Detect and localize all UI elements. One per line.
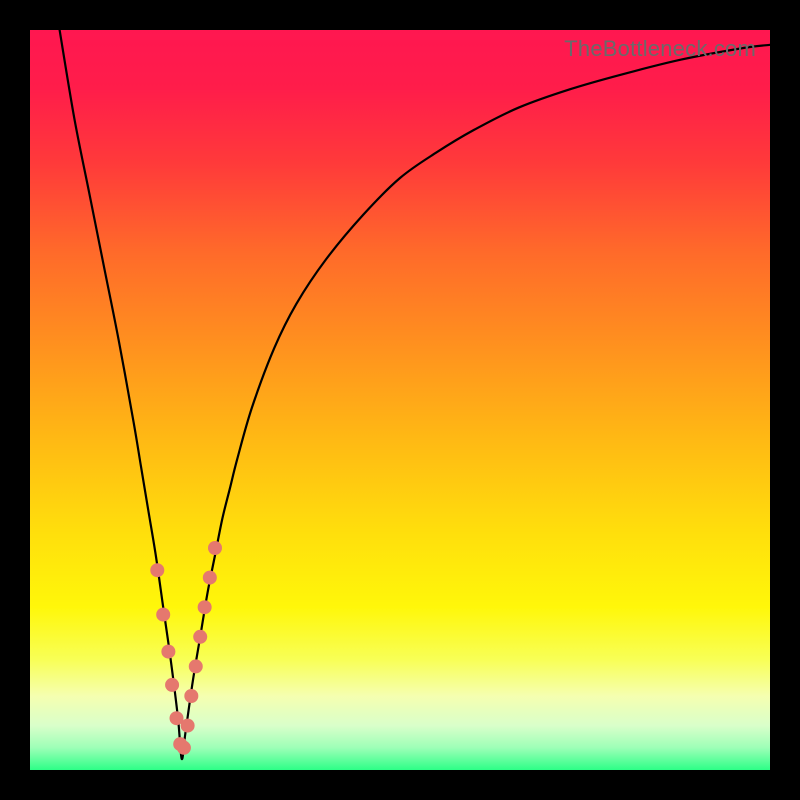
marker-point bbox=[208, 541, 222, 555]
marker-point bbox=[156, 608, 170, 622]
marker-point bbox=[177, 741, 191, 755]
highlighted-points bbox=[150, 541, 222, 755]
marker-point bbox=[165, 678, 179, 692]
curve-layer bbox=[30, 30, 770, 770]
marker-point bbox=[181, 719, 195, 733]
marker-point bbox=[161, 645, 175, 659]
watermark-text: TheBottleneck.com bbox=[564, 36, 756, 62]
marker-point bbox=[193, 630, 207, 644]
chart-frame: TheBottleneck.com bbox=[0, 0, 800, 800]
marker-point bbox=[189, 659, 203, 673]
marker-point bbox=[150, 563, 164, 577]
plot-area: TheBottleneck.com bbox=[30, 30, 770, 770]
marker-point bbox=[184, 689, 198, 703]
marker-point bbox=[198, 600, 212, 614]
marker-point bbox=[203, 571, 217, 585]
